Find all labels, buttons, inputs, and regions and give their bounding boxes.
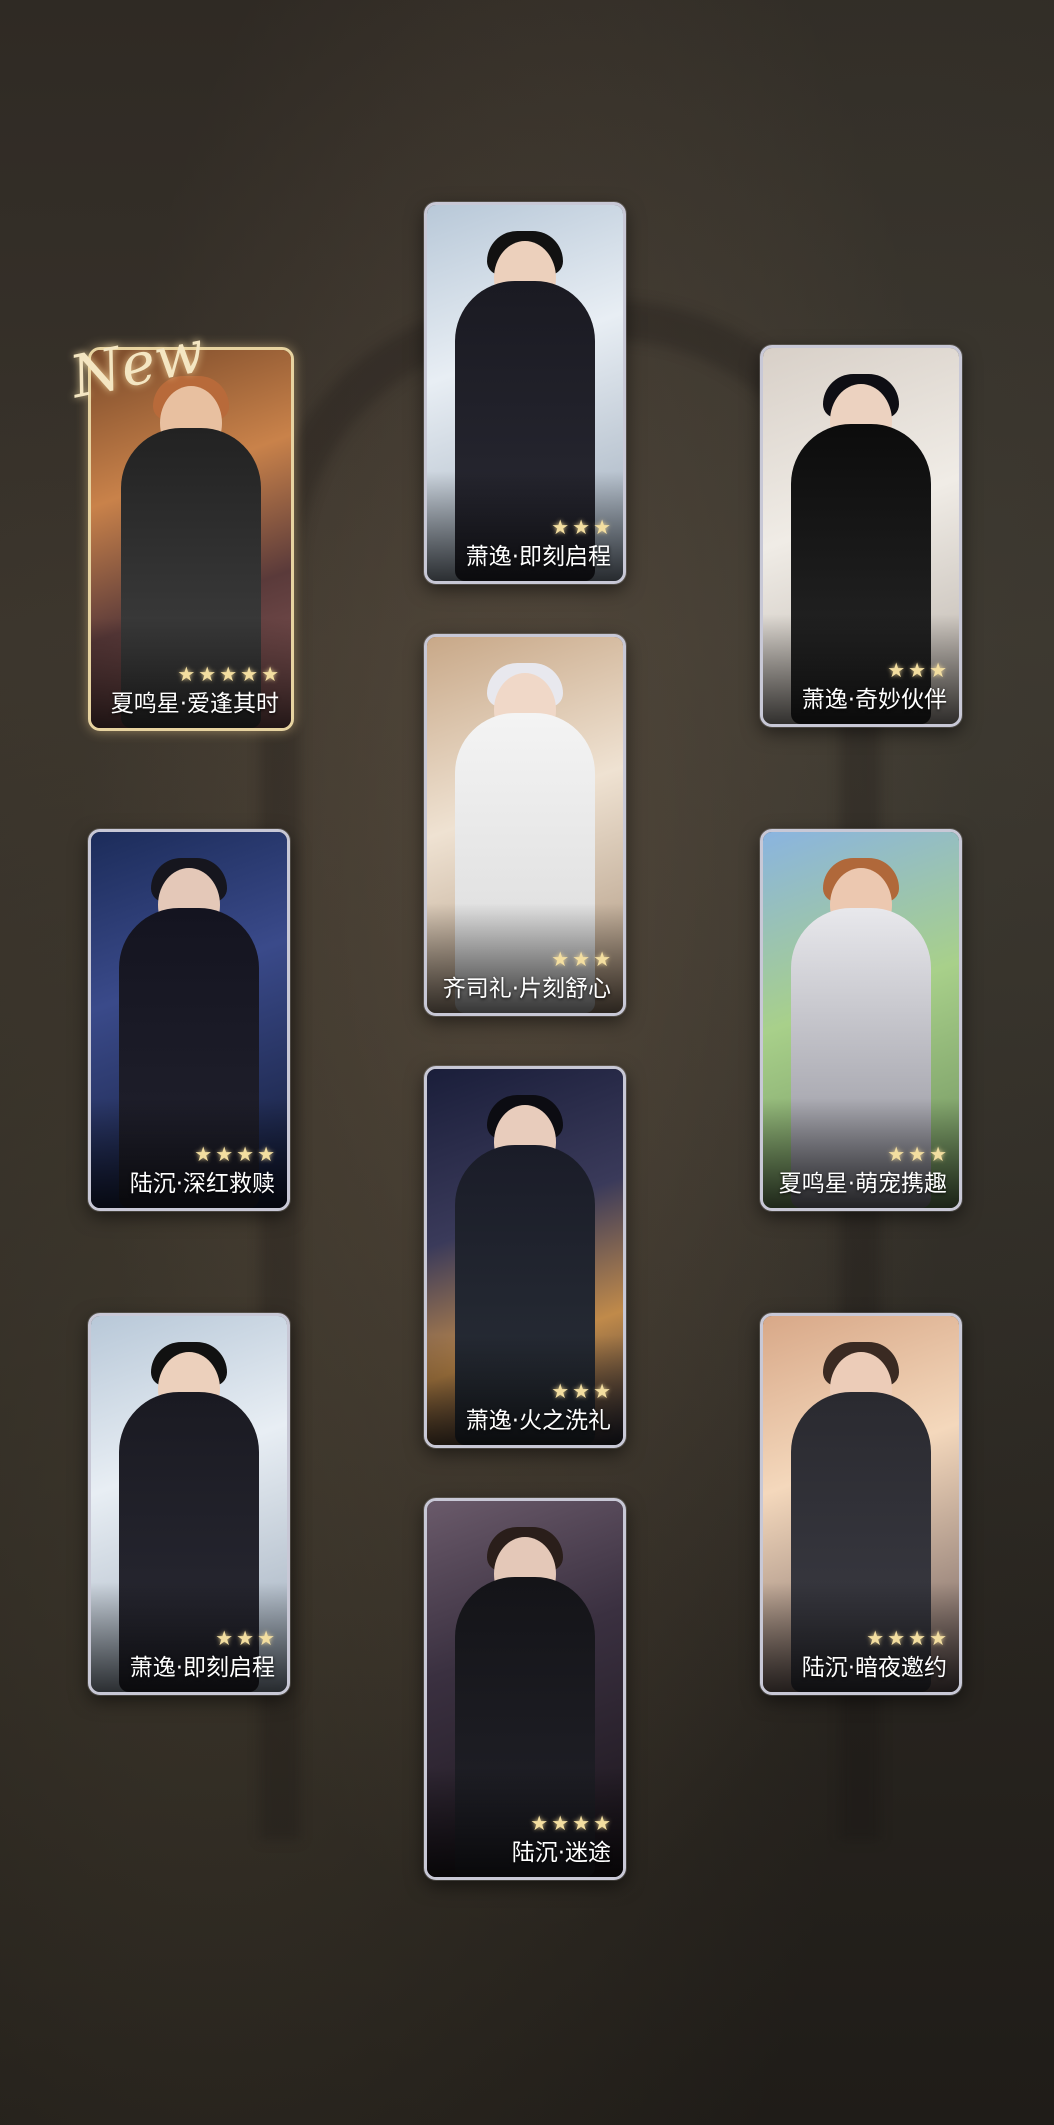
- card-label: 萧逸·即刻启程: [129, 1655, 275, 1681]
- card-label: 萧逸·奇妙伙伴: [801, 687, 947, 713]
- card-label: 萧逸·即刻启程: [465, 544, 611, 570]
- star-rating: ★ ★ ★: [551, 1379, 611, 1403]
- card-label: 夏鸣星·萌宠携趣: [778, 1171, 947, 1197]
- star-rating: ★ ★ ★: [887, 658, 947, 682]
- card-qi-sili-pianke[interactable]: ★ ★ ★ 齐司礼·片刻舒心: [424, 634, 626, 1016]
- card-lu-chen-anye[interactable]: ★ ★ ★ ★ 陆沉·暗夜邀约: [760, 1313, 962, 1695]
- card-xiao-yi-jike-1[interactable]: ★ ★ ★ 萧逸·即刻启程: [424, 202, 626, 584]
- card-label: 萧逸·火之洗礼: [465, 1408, 611, 1434]
- card-xia-mingxing-aifeng[interactable]: ★ ★ ★ ★ ★ 夏鸣星·爱逢其时: [88, 347, 294, 731]
- star-rating: ★ ★ ★ ★: [194, 1142, 275, 1166]
- card-label: 齐司礼·片刻舒心: [442, 976, 611, 1002]
- card-label: 陆沉·深红救赎: [129, 1171, 275, 1197]
- star-rating: ★ ★ ★: [551, 947, 611, 971]
- card-xia-mingxing-mengchong[interactable]: ★ ★ ★ 夏鸣星·萌宠携趣: [760, 829, 962, 1211]
- star-rating: ★ ★ ★ ★ ★: [177, 662, 279, 686]
- star-rating: ★ ★ ★ ★: [866, 1626, 947, 1650]
- card-label: 夏鸣星·爱逢其时: [110, 691, 279, 717]
- star-rating: ★ ★ ★: [215, 1626, 275, 1650]
- star-rating: ★ ★ ★ ★: [530, 1811, 611, 1835]
- card-xiao-yi-jike-2[interactable]: ★ ★ ★ 萧逸·即刻启程: [88, 1313, 290, 1695]
- card-lu-chen-mitu[interactable]: ★ ★ ★ ★ 陆沉·迷途: [424, 1498, 626, 1880]
- card-label: 陆沉·暗夜邀约: [801, 1655, 947, 1681]
- card-xiao-yi-huozhi[interactable]: ★ ★ ★ 萧逸·火之洗礼: [424, 1066, 626, 1448]
- star-rating: ★ ★ ★: [551, 515, 611, 539]
- card-label: 陆沉·迷途: [511, 1840, 611, 1866]
- card-xiao-yi-qimiao[interactable]: ★ ★ ★ 萧逸·奇妙伙伴: [760, 345, 962, 727]
- star-rating: ★ ★ ★: [887, 1142, 947, 1166]
- card-lu-chen-shenhong[interactable]: ★ ★ ★ ★ 陆沉·深红救赎: [88, 829, 290, 1211]
